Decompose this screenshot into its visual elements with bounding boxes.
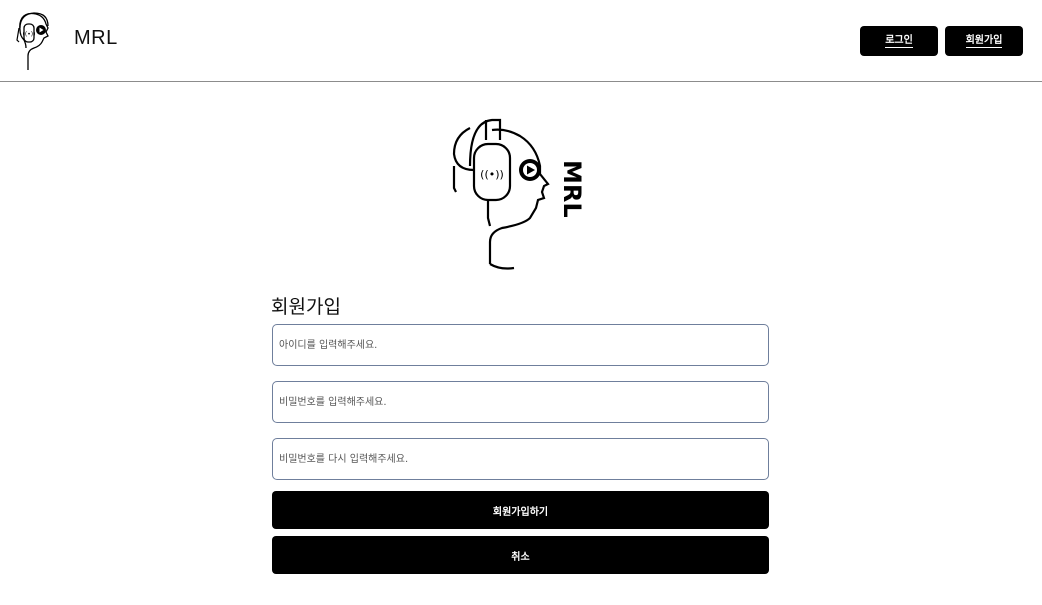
svg-text:((•)): ((•)) — [23, 31, 36, 38]
brand-name[interactable]: MRL — [74, 27, 118, 50]
svg-text:((•)): ((•)) — [480, 168, 504, 181]
login-button-label: 로그인 — [885, 34, 913, 48]
login-button[interactable]: 로그인 — [860, 26, 938, 56]
password-confirm-input[interactable] — [272, 438, 769, 480]
signup-button-label: 회원가입 — [965, 34, 1003, 48]
form-title: 회원가입 — [271, 296, 341, 318]
cancel-button[interactable]: 취소 — [272, 536, 769, 574]
submit-signup-button[interactable]: 회원가입하기 — [272, 491, 769, 529]
logo-text: MRL — [558, 160, 586, 218]
mrl-logo-icon: ((•)) MRL — [452, 118, 586, 270]
password-input[interactable] — [272, 381, 769, 423]
headphone-logo-icon[interactable]: ((•)) — [14, 10, 58, 72]
id-input[interactable] — [272, 324, 769, 366]
top-header: ((•)) MRL 로그인 회원가입 — [0, 0, 1042, 82]
signup-button[interactable]: 회원가입 — [945, 26, 1023, 56]
